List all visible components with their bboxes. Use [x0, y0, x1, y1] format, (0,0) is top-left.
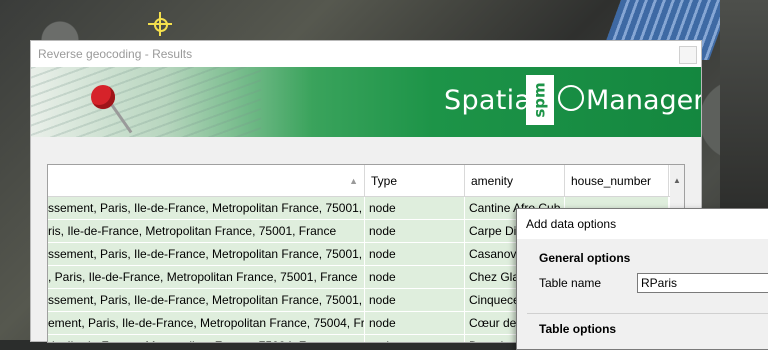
cell-address[interactable]: ris, Ile-de-France, Metropolitan France,… — [48, 335, 365, 342]
cell-address[interactable]: , Paris, Ile-de-France, Metropolitan Fra… — [48, 266, 365, 288]
results-window-title: Reverse geocoding - Results — [38, 47, 193, 61]
crosshair-cursor-icon — [148, 12, 172, 36]
cell-address[interactable]: ssement, Paris, Ile-de-France, Metropoli… — [48, 289, 365, 311]
close-icon[interactable] — [679, 46, 697, 64]
cell-type[interactable]: node — [365, 266, 465, 288]
cell-type[interactable]: node — [365, 312, 465, 334]
results-window-titlebar[interactable]: Reverse geocoding - Results — [31, 41, 701, 67]
cell-type[interactable]: node — [365, 197, 465, 219]
add-data-options-dialog: Add data options General options Table n… — [516, 208, 768, 350]
cell-address[interactable]: ris, Ile-de-France, Metropolitan France,… — [48, 220, 365, 242]
grid-header: ▲ Type amenity house_number — [48, 165, 684, 197]
brand-text-manager: Manager — [586, 85, 701, 116]
table-options-label: Table options — [539, 322, 617, 336]
scroll-up-arrow-icon[interactable]: ▲ — [670, 165, 684, 196]
cell-type[interactable]: node — [365, 243, 465, 265]
column-header-type[interactable]: Type — [365, 165, 465, 196]
cell-type[interactable]: node — [365, 220, 465, 242]
dialog-titlebar[interactable]: Add data options — [517, 209, 768, 239]
column-header-house-number[interactable]: house_number — [565, 165, 669, 196]
table-options-section: Table options — [527, 313, 768, 336]
spatial-manager-banner: Spatial spm Manager — [31, 67, 701, 137]
globe-icon — [558, 85, 584, 111]
brand-text-spatial: Spatial — [444, 85, 540, 116]
general-options-label: General options — [539, 251, 631, 265]
general-options-section: General options Table name — [527, 247, 768, 293]
pushpin-icon — [91, 85, 115, 109]
map-paper-graphic — [31, 67, 261, 137]
cell-address[interactable]: ement, Paris, Ile-de-France, Metropolita… — [48, 312, 365, 334]
dialog-title: Add data options — [526, 217, 617, 231]
brand-logo-text: spm — [531, 82, 550, 118]
table-name-row: Table name — [527, 273, 768, 293]
brand-logo-box: spm — [526, 75, 554, 125]
cell-type[interactable]: node — [365, 289, 465, 311]
column-header-address[interactable]: ▲ — [48, 165, 365, 196]
sort-ascending-icon: ▲ — [349, 175, 358, 186]
cell-address[interactable]: ssement, Paris, Ile-de-France, Metropoli… — [48, 243, 365, 265]
table-name-input[interactable] — [637, 273, 768, 293]
table-name-label: Table name — [539, 276, 602, 290]
cell-type[interactable]: node — [365, 335, 465, 342]
column-header-amenity[interactable]: amenity — [465, 165, 565, 196]
cell-address[interactable]: ssement, Paris, Ile-de-France, Metropoli… — [48, 197, 365, 219]
